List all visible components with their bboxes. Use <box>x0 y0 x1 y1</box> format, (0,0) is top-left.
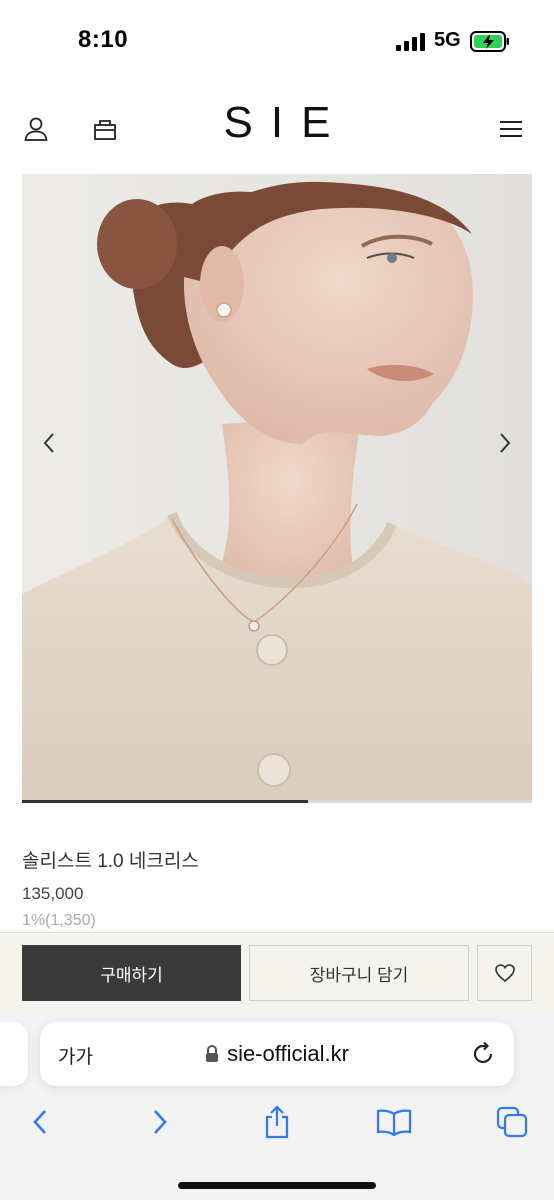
add-to-cart-button[interactable]: 장바구니 담기 <box>249 945 469 1001</box>
product-name: 솔리스트 1.0 네크리스 <box>22 851 199 872</box>
product-image-carousel[interactable] <box>22 174 532 802</box>
slide-progress-fill <box>22 800 308 803</box>
menu-icon[interactable] <box>495 113 527 145</box>
back-icon[interactable] <box>22 1104 58 1140</box>
previous-tab-card[interactable] <box>0 1022 28 1086</box>
buy-now-button[interactable]: 구매하기 <box>22 945 241 1001</box>
status-time: 8:10 <box>78 26 129 53</box>
forward-icon[interactable] <box>142 1104 178 1140</box>
home-indicator <box>178 1182 376 1189</box>
brand-logo[interactable]: SIE <box>0 98 554 148</box>
chevron-left-icon[interactable] <box>34 428 64 458</box>
product-points: 1%(1,350) <box>22 912 96 929</box>
site-header: SIE <box>0 84 554 174</box>
purchase-action-bar: 구매하기 장바구니 담기 <box>0 932 554 1012</box>
lock-icon <box>206 1045 219 1062</box>
tabs-icon[interactable] <box>494 1104 530 1140</box>
status-bar: 8:10 5G <box>0 0 554 84</box>
bookmarks-icon[interactable] <box>376 1104 412 1140</box>
chevron-right-icon[interactable] <box>490 428 520 458</box>
wishlist-button[interactable] <box>477 945 532 1001</box>
reload-icon[interactable] <box>470 1041 496 1067</box>
browser-chrome: 가가 sie-official.kr <box>0 1012 554 1200</box>
share-icon[interactable] <box>259 1104 295 1140</box>
url-text: sie-official.kr <box>227 1041 349 1066</box>
product-price: 135,000 <box>22 884 84 903</box>
battery-charging-icon <box>470 31 509 52</box>
address-bar[interactable]: 가가 sie-official.kr <box>40 1022 514 1086</box>
product-photo <box>22 174 532 802</box>
heart-icon <box>494 964 515 983</box>
slide-progress-track <box>22 800 532 803</box>
signal-icon <box>396 33 425 51</box>
network-label: 5G <box>434 29 461 51</box>
